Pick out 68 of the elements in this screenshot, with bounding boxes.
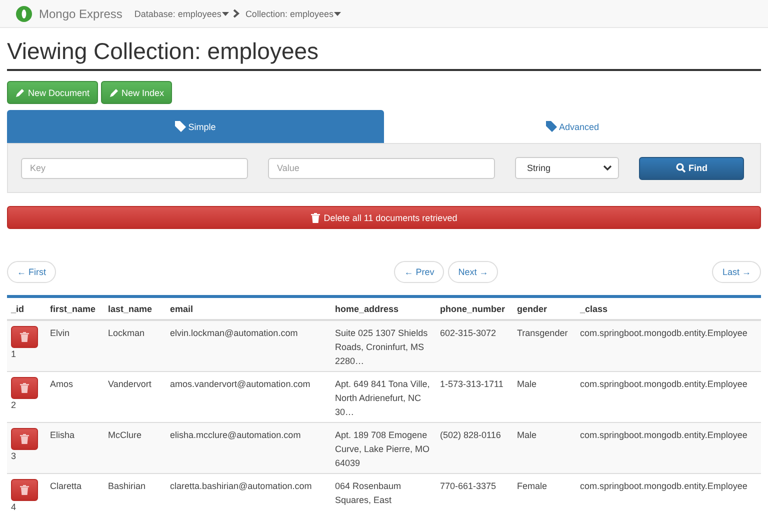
table-cell[interactable]: 2 bbox=[11, 399, 42, 411]
table-cell: claretta.bashirian@automation.com bbox=[170, 481, 312, 491]
chevron-down-icon bbox=[603, 165, 612, 171]
table-cell: 064 Rosenbaum Squares, East bbox=[335, 481, 402, 505]
table-cell: Apt. 649 841 Tona Ville, North Adrienefurt, NC 30… bbox=[335, 379, 430, 417]
breadcrumb-dropdown[interactable]: Collection: employees bbox=[245, 8, 342, 18]
brand-name[interactable]: Mongo Express bbox=[39, 6, 122, 20]
find-button[interactable]: Find bbox=[639, 156, 744, 180]
table-cell: 602-315-3072 bbox=[440, 328, 496, 338]
table-cell: elisha.mcclure@automation.com bbox=[170, 430, 301, 440]
table-cell: com.springboot.mongodb.entity.Employee bbox=[580, 379, 748, 389]
trash-icon bbox=[20, 383, 29, 393]
table-cell: Male bbox=[517, 430, 537, 440]
caret-icon bbox=[334, 12, 342, 16]
table-cell: Transgender bbox=[517, 328, 568, 338]
value-input[interactable]: Value bbox=[268, 158, 495, 178]
tab[interactable]: Advanced bbox=[384, 110, 761, 143]
next-page-button[interactable]: Next → bbox=[448, 261, 498, 283]
leaf-logo-icon bbox=[16, 6, 32, 22]
trash-icon bbox=[20, 434, 29, 444]
caret-icon bbox=[222, 12, 230, 16]
table-cell: Male bbox=[517, 379, 537, 389]
table-cell: amos.vandervort@automation.com bbox=[170, 379, 310, 389]
table-cell: 770-661-3375 bbox=[440, 481, 496, 491]
trash-icon bbox=[20, 332, 29, 342]
prev-page-button[interactable]: ← Prev bbox=[394, 261, 444, 283]
trash-icon bbox=[310, 212, 320, 222]
table-cell: Suite 025 1307 Shields Roads, Croninfurt, MS 2280… bbox=[335, 328, 428, 366]
search-icon bbox=[676, 163, 686, 173]
page-title: Viewing Collection: employees bbox=[7, 37, 320, 65]
tab[interactable]: Simple bbox=[7, 110, 384, 143]
delete-button[interactable] bbox=[11, 326, 38, 348]
table-cell: Vandervort bbox=[108, 379, 152, 389]
tag-icon bbox=[175, 121, 186, 132]
action-button[interactable]: New Document bbox=[7, 81, 98, 104]
delete-button[interactable] bbox=[11, 377, 38, 399]
last-page-button[interactable]: Last → bbox=[712, 261, 761, 283]
table-cell: Apt. 189 708 Emogene Curve, Lake Pierre, MO 64039 bbox=[335, 430, 430, 468]
table-cell: Bashirian bbox=[108, 481, 146, 491]
table-cell: elvin.lockman@automation.com bbox=[170, 328, 298, 338]
table-cell[interactable]: 3 bbox=[11, 450, 42, 462]
table-cell: McClure bbox=[108, 430, 142, 440]
pencil-icon bbox=[108, 88, 119, 98]
table-cell: Elvin bbox=[50, 328, 70, 338]
delete-button[interactable] bbox=[11, 428, 38, 450]
table-cell: Claretta bbox=[50, 481, 82, 491]
type-select[interactable]: String bbox=[515, 157, 619, 179]
chevron-icon bbox=[233, 9, 240, 18]
delete-all-button[interactable]: Delete all 11 documents retrieved bbox=[7, 206, 761, 229]
table-cell: 1-573-313-1711 bbox=[440, 379, 504, 389]
table-cell: Elisha bbox=[50, 430, 75, 440]
table-cell: (502) 828-0116 bbox=[440, 430, 501, 440]
breadcrumb-dropdown[interactable]: Database: employees bbox=[134, 8, 230, 18]
table-cell: com.springboot.mongodb.entity.Employee bbox=[580, 328, 748, 338]
first-page-button[interactable]: ← First bbox=[7, 261, 56, 283]
table-cell: Lockman bbox=[108, 328, 145, 338]
tag-icon bbox=[546, 121, 557, 132]
key-input[interactable]: Key bbox=[21, 158, 248, 178]
table-cell[interactable]: 4 bbox=[11, 501, 42, 513]
pencil-icon bbox=[15, 88, 25, 98]
trash-icon bbox=[20, 485, 29, 495]
table-cell[interactable]: 1 bbox=[11, 348, 42, 360]
delete-button[interactable] bbox=[11, 479, 38, 501]
table-cell: Amos bbox=[50, 379, 74, 389]
table-cell: com.springboot.mongodb.entity.Employee bbox=[580, 481, 748, 491]
action-button[interactable]: New Index bbox=[100, 81, 172, 104]
table-cell: Female bbox=[517, 481, 548, 491]
table-cell: com.springboot.mongodb.entity.Employee bbox=[580, 430, 748, 440]
